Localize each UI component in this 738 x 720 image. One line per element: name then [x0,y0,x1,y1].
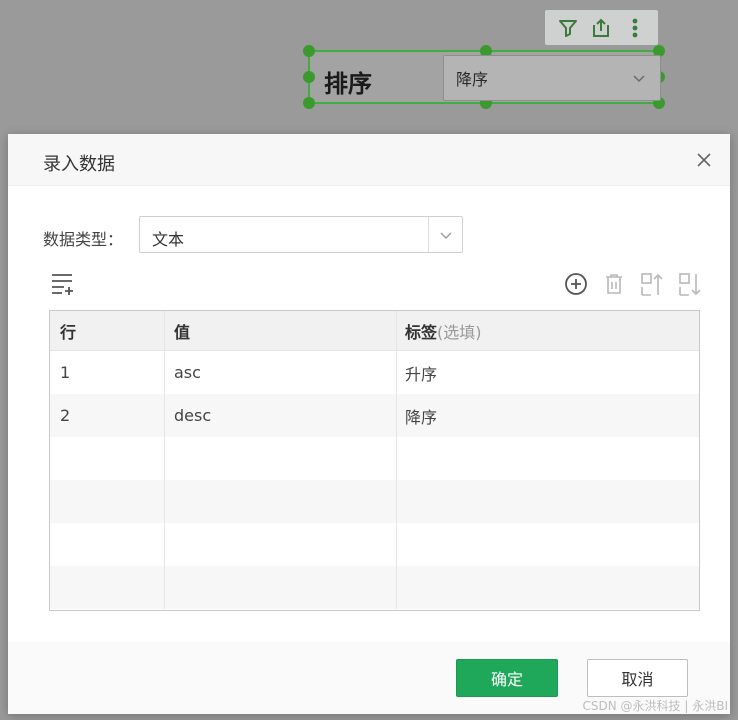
resize-handle[interactable] [303,97,315,109]
table-row[interactable] [50,566,699,609]
cell-value[interactable] [165,437,397,480]
table-row[interactable] [50,437,699,480]
table-row[interactable] [50,480,699,523]
more-vertical-icon[interactable] [623,16,647,40]
table-row[interactable]: 2 desc 降序 [50,394,699,437]
header-value: 值 [165,311,397,350]
data-type-value: 文本 [152,230,185,249]
delete-icon[interactable] [601,270,626,298]
cell-label[interactable] [397,523,699,566]
cell-row[interactable] [50,437,165,480]
cell-row[interactable]: 1 [50,351,165,394]
header-label-hint: (选填) [437,322,482,342]
dialog-header: 录入数据 [8,134,730,186]
add-row-icon[interactable] [50,271,74,297]
data-table: 行 值 标签 (选填) 1 asc 升序 2 desc 降序 [49,310,700,611]
cell-row[interactable] [50,566,165,609]
table-row[interactable] [50,523,699,566]
filter-icon[interactable] [556,16,580,40]
export-icon[interactable] [589,16,613,40]
cell-value[interactable] [165,566,397,609]
widget-title: 排序 [324,70,372,98]
move-down-icon[interactable] [677,270,702,298]
cell-value[interactable]: desc [165,394,397,437]
watermark: CSDN @永洪科技 | 永洪BI [582,699,728,713]
chevron-down-icon [633,75,645,83]
header-label: 标签 (选填) [397,311,699,350]
header-label-text: 标签 [405,322,438,342]
cell-label[interactable]: 升序 [397,351,699,394]
move-up-icon[interactable] [639,270,664,298]
table-header: 行 值 标签 (选填) [50,311,699,351]
widget-toolbar [545,10,658,45]
select-divider [428,217,429,252]
cancel-button[interactable]: 取消 [587,659,688,697]
sort-widget[interactable]: 排序 降序 [303,45,665,109]
chevron-down-icon [440,232,452,239]
cell-row[interactable] [50,480,165,523]
ok-button[interactable]: 确定 [456,659,558,697]
data-type-label: 数据类型： [43,230,124,249]
table-row[interactable]: 1 asc 升序 [50,351,699,394]
cell-value[interactable]: asc [165,351,397,394]
cell-row[interactable] [50,523,165,566]
sort-select[interactable]: 降序 [443,55,661,101]
cell-label[interactable] [397,566,699,609]
cell-label[interactable] [397,480,699,523]
cell-value[interactable] [165,523,397,566]
table-toolbar [563,270,702,298]
resize-handle[interactable] [303,71,315,83]
header-row: 行 [50,311,165,350]
data-entry-dialog: 录入数据 数据类型： 文本 行 值 标签 (选填) 1 asc 升序 2 des… [8,134,730,714]
data-type-select[interactable]: 文本 [139,216,463,253]
cell-value[interactable] [165,480,397,523]
cell-label[interactable] [397,437,699,480]
resize-handle[interactable] [303,45,315,57]
add-circle-icon[interactable] [563,270,588,298]
dialog-title: 录入数据 [43,154,115,175]
close-icon[interactable] [694,150,714,170]
cell-row[interactable]: 2 [50,394,165,437]
cell-label[interactable]: 降序 [397,394,699,437]
sort-select-value: 降序 [456,70,489,89]
